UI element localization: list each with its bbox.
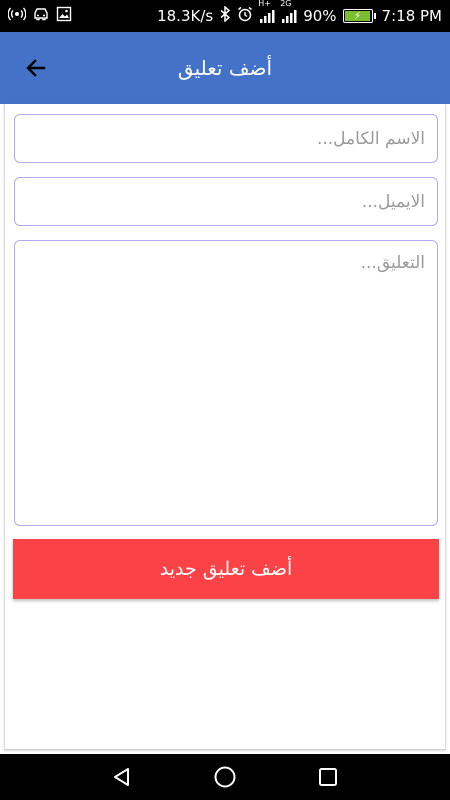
battery-icon: ⚡: [342, 9, 376, 23]
circle-home-icon: [214, 766, 236, 788]
add-comment-button[interactable]: أضف تعليق جديد: [13, 539, 439, 599]
signal-label-2: 2G: [280, 0, 292, 8]
system-nav-bar: [0, 754, 450, 800]
battery-percent: 90%: [303, 7, 337, 25]
app-toolbar: أضف تعليق: [0, 32, 450, 104]
nav-back-button[interactable]: [102, 757, 142, 797]
square-recents-icon: [319, 768, 338, 786]
signal-label-1: H+: [258, 0, 271, 8]
car-icon: [32, 7, 50, 25]
bluetooth-icon: [219, 5, 231, 26]
signal-icon-1: H+: [258, 0, 275, 24]
alarm-icon: [237, 6, 253, 26]
comment-textarea[interactable]: [14, 240, 438, 526]
nav-home-button[interactable]: [205, 757, 245, 797]
back-button[interactable]: [18, 50, 54, 86]
status-bar: 18.3K/s H+ 2G 90% ⚡ 7:18 PM: [0, 0, 450, 32]
clock: 7:18 PM: [381, 7, 442, 25]
triangle-back-icon: [113, 768, 129, 786]
network-speed: 18.3K/s: [157, 7, 214, 25]
status-left: [7, 6, 72, 26]
arrow-back-icon: [26, 59, 46, 77]
full-name-input[interactable]: [14, 114, 438, 163]
status-right: 18.3K/s H+ 2G 90% ⚡ 7:18 PM: [157, 0, 442, 26]
signal-icon-2: 2G: [280, 0, 297, 24]
image-icon: [56, 6, 72, 26]
page-title: أضف تعليق: [177, 56, 273, 80]
comment-form-card: أضف تعليق جديد: [4, 104, 446, 750]
hotspot-icon: [7, 7, 27, 25]
nav-recents-button[interactable]: [308, 757, 348, 797]
email-input[interactable]: [14, 177, 438, 226]
